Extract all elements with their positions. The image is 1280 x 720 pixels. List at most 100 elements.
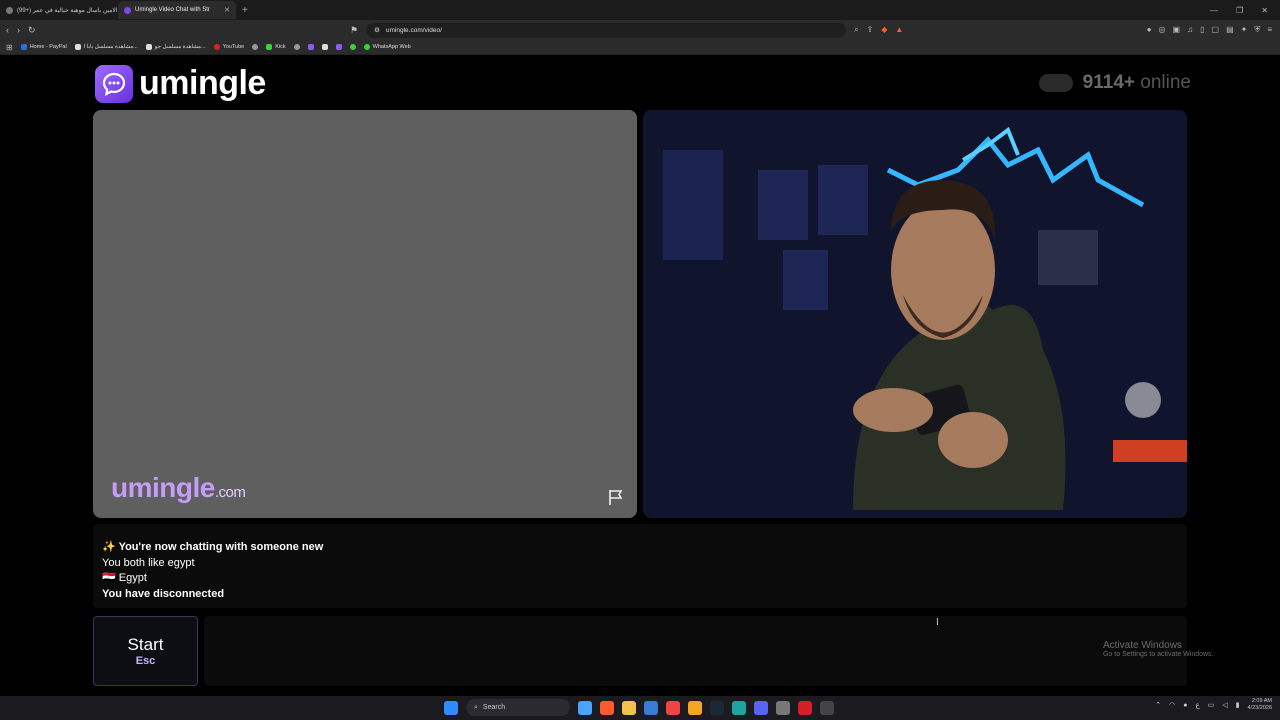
system-clock[interactable]: 2:09 AM 4/23/2026	[1248, 698, 1272, 712]
extension-icon[interactable]: ●	[1147, 25, 1152, 35]
media-icon[interactable]: ♫	[1187, 25, 1193, 35]
paypal-icon	[20, 44, 27, 50]
close-tab-icon[interactable]: ✕	[224, 6, 230, 14]
circle-icon	[293, 44, 300, 50]
store-icon[interactable]	[644, 700, 658, 715]
taskbar-apps: ⌕ Search	[444, 699, 834, 716]
forward-icon[interactable]: ›	[17, 25, 20, 36]
browser-tab-strip: (99+) الامين ياسال موهبة خيالية في عمر U…	[0, 0, 1280, 20]
online-indicator: 9114+ online	[1038, 72, 1191, 94]
extension-icon[interactable]: ▢	[1212, 25, 1220, 35]
vpn-icon[interactable]: ⛨	[1254, 25, 1260, 35]
activate-windows-watermark: Activate Windows Go to Settings to activ…	[1103, 640, 1214, 658]
volume-icon[interactable]: ◁	[1222, 701, 1227, 709]
tiktok-favicon-icon	[6, 6, 13, 14]
taskbar-search[interactable]: ⌕ Search	[466, 699, 570, 716]
system-tray: ⌃ ◠ ● ع ▭ ◁ ▮ 2:09 AM 4/23/2026	[1155, 698, 1272, 712]
steam-icon[interactable]	[710, 700, 724, 715]
restore-icon[interactable]: ❐	[1236, 6, 1243, 15]
bookmark-kick[interactable]: Kick	[266, 44, 286, 50]
extension-icon[interactable]: ◎	[1159, 25, 1166, 35]
site-info-icon[interactable]: ⚙	[374, 26, 380, 34]
brave-shields-icon[interactable]: ◆	[881, 25, 887, 35]
app-icon	[335, 44, 342, 50]
app-icon	[307, 44, 314, 50]
file-explorer-icon[interactable]	[622, 700, 636, 715]
zoom-icon[interactable]: ⌕	[854, 25, 858, 35]
language-icon[interactable]: ع	[1195, 701, 1199, 709]
bookmark-page-icon[interactable]: ⚑	[350, 25, 358, 36]
start-label: Start	[127, 635, 164, 654]
sidebar-icon[interactable]: ▯	[1200, 25, 1204, 35]
battery-icon[interactable]: ▮	[1236, 701, 1240, 709]
bookmark-spotify[interactable]	[349, 44, 356, 50]
theme-toggle[interactable]	[1038, 74, 1073, 92]
umingle-favicon-icon	[124, 6, 131, 14]
edge-icon[interactable]	[732, 700, 746, 715]
network-icon[interactable]: ▭	[1208, 701, 1215, 709]
browser-tab-active[interactable]: Umingle Video Chat with Str ✕	[118, 1, 236, 19]
bookmark-item[interactable]: مشاهدة مسلسل بابا ا...	[74, 44, 138, 50]
taskbar: ⌕ Search ⌃ ◠ ● ع ▭ ◁ ▮ 2:09 AM 4/23/2026	[0, 696, 1280, 720]
navigation-buttons: ‹ › ↻	[0, 25, 350, 36]
chat-message: You both like egypt	[102, 556, 195, 569]
app-icon[interactable]	[688, 700, 702, 715]
tiktok-icon	[321, 44, 328, 50]
chat-controls: Start Esc	[93, 616, 1187, 686]
search-icon: ⌕	[474, 703, 478, 711]
page-icon	[74, 44, 81, 50]
kick-icon	[266, 44, 273, 50]
url-text: umingle.com/video/	[385, 26, 442, 34]
chrome-icon[interactable]	[666, 700, 680, 715]
adobe-icon[interactable]	[798, 700, 812, 715]
menu-icon[interactable]: ≡	[1267, 25, 1272, 35]
bookmark-item[interactable]	[252, 44, 259, 50]
bookmarks-bar: ⊞ Home - PayPal مشاهدة مسلسل بابا ا... م…	[0, 40, 1280, 55]
bookmark-item[interactable]	[335, 44, 342, 50]
bookmark-paypal[interactable]: Home - PayPal	[20, 44, 67, 50]
bookmark-whatsapp[interactable]: WhatsApp Web	[363, 44, 411, 50]
browser-tab[interactable]: (99+) الامين ياسال موهبة خيالية في عمر	[0, 1, 118, 19]
windows-start-icon[interactable]	[444, 700, 458, 715]
wifi-icon[interactable]: ◠	[1169, 701, 1175, 709]
discord-icon[interactable]	[754, 700, 768, 715]
chat-message: You have disconnected	[102, 587, 225, 600]
whatsapp-icon	[363, 44, 370, 50]
start-button[interactable]: Start Esc	[93, 616, 198, 686]
brave-browser-icon[interactable]	[600, 700, 614, 715]
window-controls: — ❐ ✕	[1210, 6, 1280, 15]
tab-title: (99+) الامين ياسال موهبة خيالية في عمر	[17, 7, 118, 14]
close-window-icon[interactable]: ✕	[1261, 6, 1268, 15]
video-watermark: umingle.com	[111, 472, 246, 503]
microphone-icon[interactable]: ●	[1183, 702, 1187, 709]
page-content: umingle 9114+ online umingle.com ✨ You'r…	[0, 56, 1280, 696]
circle-icon	[252, 44, 259, 50]
page-icon	[145, 44, 152, 50]
apps-grid-icon[interactable]: ⊞	[6, 43, 13, 52]
new-tab-button[interactable]: +	[242, 5, 248, 16]
bookmark-item[interactable]	[307, 44, 314, 50]
reload-icon[interactable]: ↻	[28, 25, 36, 36]
logo-text: umingle	[139, 64, 266, 102]
copilot-icon[interactable]	[578, 700, 592, 715]
bookmark-item[interactable]	[293, 44, 300, 50]
brave-rewards-icon[interactable]: ▲	[895, 25, 903, 35]
minimize-icon[interactable]: —	[1210, 6, 1218, 15]
share-icon[interactable]: ⇪	[867, 25, 874, 35]
extension-icon[interactable]: ▣	[1173, 25, 1181, 35]
bookmark-tiktok[interactable]	[321, 44, 328, 50]
wallet-icon[interactable]: ▤	[1226, 25, 1234, 35]
bookmark-youtube[interactable]: YouTube	[213, 44, 244, 50]
bookmark-item[interactable]: مشاهدة مسلسل جو...	[145, 44, 206, 50]
chevron-up-icon[interactable]: ⌃	[1155, 701, 1161, 709]
site-logo[interactable]: umingle	[95, 64, 266, 103]
extensions-puzzle-icon[interactable]: ✦	[1241, 25, 1248, 35]
back-icon[interactable]: ‹	[6, 25, 9, 36]
address-bar[interactable]: ⚙ umingle.com/video/	[366, 22, 847, 38]
report-flag-icon[interactable]	[607, 488, 625, 506]
text-cursor-icon: I	[936, 617, 939, 628]
message-input[interactable]	[204, 616, 1187, 686]
media-player-icon[interactable]	[820, 700, 834, 715]
extensions-area: ● ◎ ▣ ♫ ▯ ▢ ▤ ✦ ⛨ ≡	[1147, 25, 1280, 35]
app-icon[interactable]	[776, 700, 790, 715]
